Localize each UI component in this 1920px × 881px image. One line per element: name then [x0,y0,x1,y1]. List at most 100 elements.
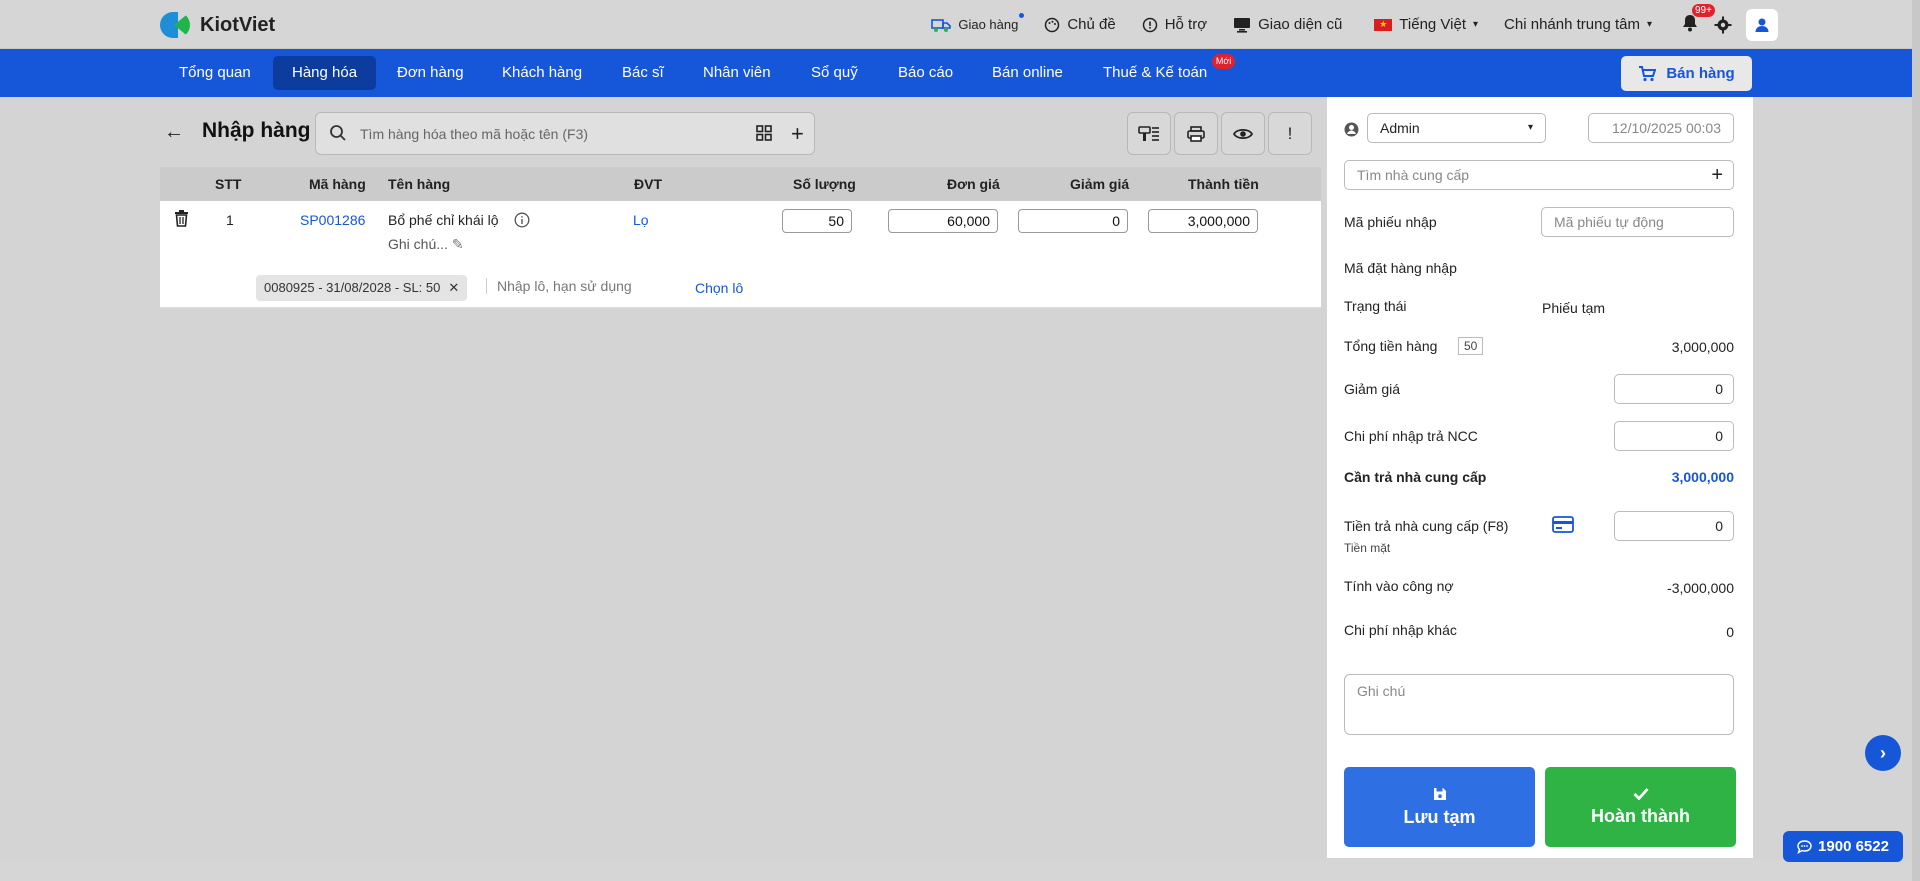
cart-icon [1639,65,1657,81]
status-value: Phiếu tạm [1542,300,1606,316]
product-code-link[interactable]: SP001286 [300,212,365,228]
discount-input[interactable]: 0 [1018,209,1128,233]
save-draft-button[interactable]: Lưu tạm [1344,767,1535,847]
other-fee-link[interactable]: 0 [1726,624,1734,640]
complete-button[interactable]: Hoàn thành [1545,767,1736,847]
lot-chip: 0080925 - 31/08/2028 - SL: 50 ✕ [256,275,468,301]
print-button[interactable] [1174,112,1218,155]
discount-total-input[interactable]: 0 [1614,374,1734,404]
discount-label: Giảm giá [1344,381,1401,397]
save-icon [1433,787,1446,800]
total-qty-badge: 50 [1458,337,1484,355]
product-search-input[interactable] [360,123,730,145]
printer-icon [1187,125,1205,142]
debt-label: Tính vào công nợ [1344,578,1454,594]
nav-thue-ke-toan[interactable]: Thuế & Kế toán Mới [1084,54,1236,90]
notification-count-badge: 99+ [1692,3,1715,17]
branch-selector[interactable]: Chi nhánh trung tâm ▾ [1504,16,1652,33]
add-supplier-icon[interactable]: + [1711,161,1723,189]
nav-bao-cao[interactable]: Báo cáo [879,56,972,90]
back-arrow-icon[interactable]: ← [164,121,184,144]
exclamation-icon: ! [1287,123,1293,143]
quantity-input[interactable]: 50 [782,209,852,233]
info-button[interactable]: ! [1268,112,1312,155]
paid-amount-input[interactable]: 0 [1614,511,1734,541]
unit-selector[interactable]: Lọ [633,212,649,228]
nav-nhan-vien[interactable]: Nhân viên [684,56,790,90]
support-link[interactable]: Hỗ trợ [1142,16,1207,33]
nav-bac-si[interactable]: Bác sĩ [603,56,683,90]
receipt-panel: Admin ▾ 12/10/2025 00:03 Tìm nhà cung cấ… [1327,97,1753,858]
page-scrollbar[interactable] [1912,0,1920,881]
language-selector[interactable]: ★ Tiếng Việt ▾ [1374,16,1478,33]
note-textarea[interactable]: Ghi chú [1344,674,1734,735]
old-ui-label: Giao diện cũ [1258,16,1343,33]
nav-so-quy[interactable]: Sổ quỹ [792,56,877,90]
language-label: Tiếng Việt [1399,16,1467,33]
add-product-icon[interactable]: + [791,121,804,147]
need-pay-label: Cần trả nhà cung cấp [1344,469,1487,485]
product-note[interactable]: Ghi chú... ✎ [388,236,464,253]
row-stt: 1 [226,212,234,228]
lot-chip-label: 0080925 - 31/08/2028 - SL: 50 [264,280,441,295]
palette-icon [1045,17,1060,32]
brand-name: KiotViet [200,13,276,36]
col-don-gia: Đơn giá [947,176,1000,192]
datetime-field[interactable]: 12/10/2025 00:03 [1588,113,1734,143]
user-circle-icon [1344,122,1359,137]
theme-link[interactable]: Chủ đề [1044,16,1116,33]
pencil-icon: ✎ [451,236,464,252]
col-giam-gia: Giảm giá [1070,176,1130,192]
remove-lot-icon[interactable]: ✕ [448,275,459,301]
trash-icon[interactable] [174,210,189,227]
top-bar: KiotViet Giao hàng Chủ đề Hỗ trợ Giao di… [0,0,1920,49]
nav-don-hang[interactable]: Đơn hàng [378,56,483,90]
user-select[interactable]: Admin ▾ [1367,113,1546,143]
settings-button[interactable] [1714,16,1732,34]
sell-button-label: Bán hàng [1666,65,1735,82]
kiotviet-logo[interactable]: KiotViet [160,10,275,40]
hotline-button[interactable]: 1900 6522 [1783,831,1903,862]
import-main: ← Nhập hàng + ! STT Mã hàng Tên hàng ĐVT… [160,97,1321,860]
bottom-strip [0,860,1912,881]
choose-lot-link[interactable]: Chọn lô [695,280,743,296]
delivery-link[interactable]: Giao hàng [931,12,1025,33]
receipt-code-input[interactable]: Mã phiếu tự động [1541,207,1734,237]
product-name: Bổ phế chỉ khái lộ [388,212,499,228]
notification-button[interactable]: 99+ [1682,3,1715,36]
monitor-icon [1234,17,1251,33]
product-search: + [315,112,815,155]
col-thanh-tien: Thành tiền [1188,176,1259,192]
supplier-search[interactable]: Tìm nhà cung cấp + [1344,160,1734,190]
return-fee-label: Chi phí nhập trả NCC [1344,428,1478,444]
paid-method: Tiền mặt [1344,541,1391,555]
support-chat-icon [1142,17,1157,32]
status-label: Trạng thái [1344,298,1407,314]
line-total-input[interactable]: 3,000,000 [1148,209,1258,233]
total-goods-value: 3,000,000 [1671,339,1734,355]
theme-label: Chủ đề [1067,16,1116,33]
credit-card-icon[interactable] [1552,516,1574,533]
nav-khach-hang[interactable]: Khách hàng [483,56,601,90]
save-draft-label: Lưu tạm [1403,806,1476,827]
sell-button[interactable]: Bán hàng [1621,56,1752,91]
grid-view-icon[interactable] [756,125,772,141]
nav-tong-quan[interactable]: Tổng quan [160,56,270,90]
nav-hang-hoa[interactable]: Hàng hóa [273,56,377,90]
delivery-dot [1019,12,1025,18]
lot-input[interactable]: Nhập lô, hạn sử dụng [486,278,666,294]
expand-panel-button[interactable]: › [1865,735,1901,771]
return-fee-input[interactable]: 0 [1614,421,1734,451]
old-ui-link[interactable]: Giao diện cũ [1233,16,1342,33]
preview-button[interactable] [1221,112,1265,155]
gear-icon [1714,16,1732,33]
barcode-settings-button[interactable] [1127,112,1171,155]
supplier-search-placeholder: Tìm nhà cung cấp [1357,167,1470,183]
table-row: 1 SP001286 Bổ phế chỉ khái lộ Ghi chú...… [160,201,1321,308]
unit-price-input[interactable]: 60,000 [888,209,998,233]
page-title: Nhập hàng [202,119,311,142]
search-icon [330,125,346,141]
user-avatar[interactable] [1746,8,1778,41]
info-circle-icon[interactable] [514,212,530,228]
nav-ban-online[interactable]: Bán online [973,56,1082,90]
